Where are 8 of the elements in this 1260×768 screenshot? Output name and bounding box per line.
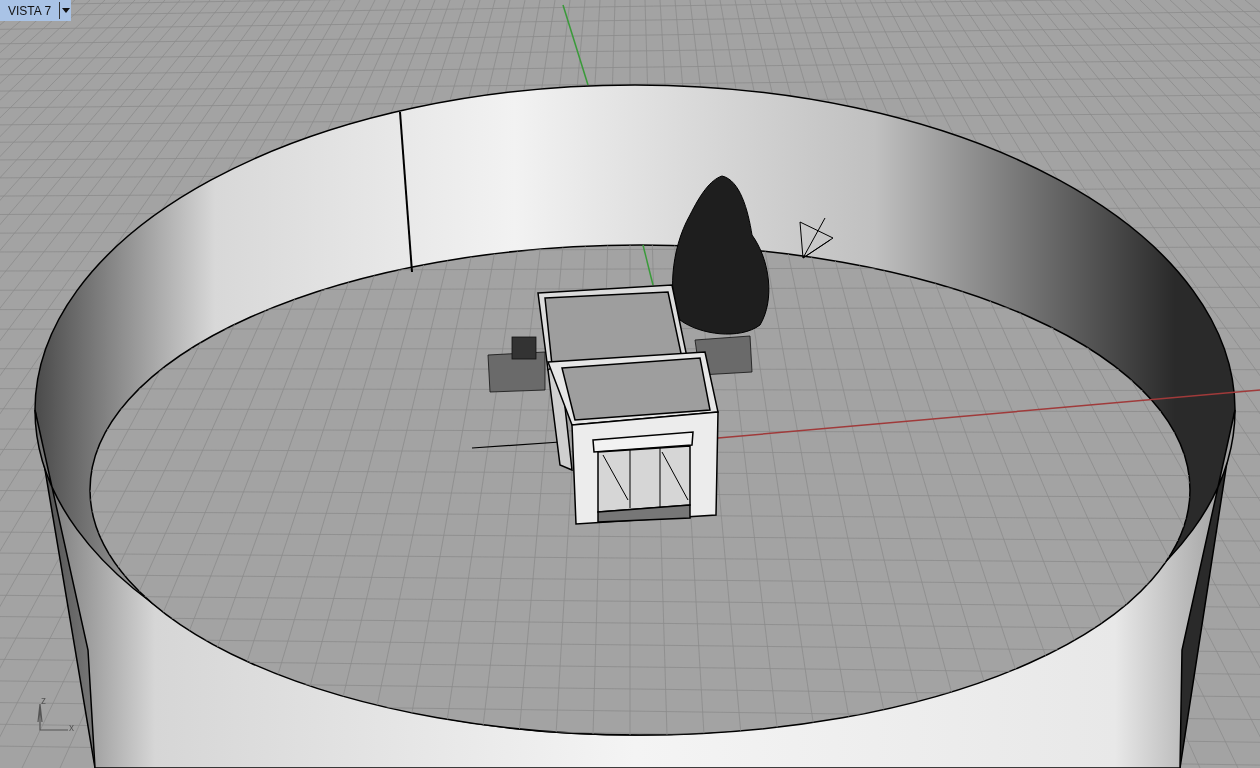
- axis-label: x: [69, 723, 74, 733]
- caret-icon: [61, 8, 70, 13]
- viewport-tab[interactable]: VISTA 7: [0, 0, 72, 21]
- axis-label: z: [41, 696, 46, 706]
- axis-icon: [35, 704, 70, 732]
- dropdown-button[interactable]: [59, 2, 72, 19]
- viewport-title: VISTA 7: [7, 2, 53, 20]
- y-axis-line: [642, 244, 654, 286]
